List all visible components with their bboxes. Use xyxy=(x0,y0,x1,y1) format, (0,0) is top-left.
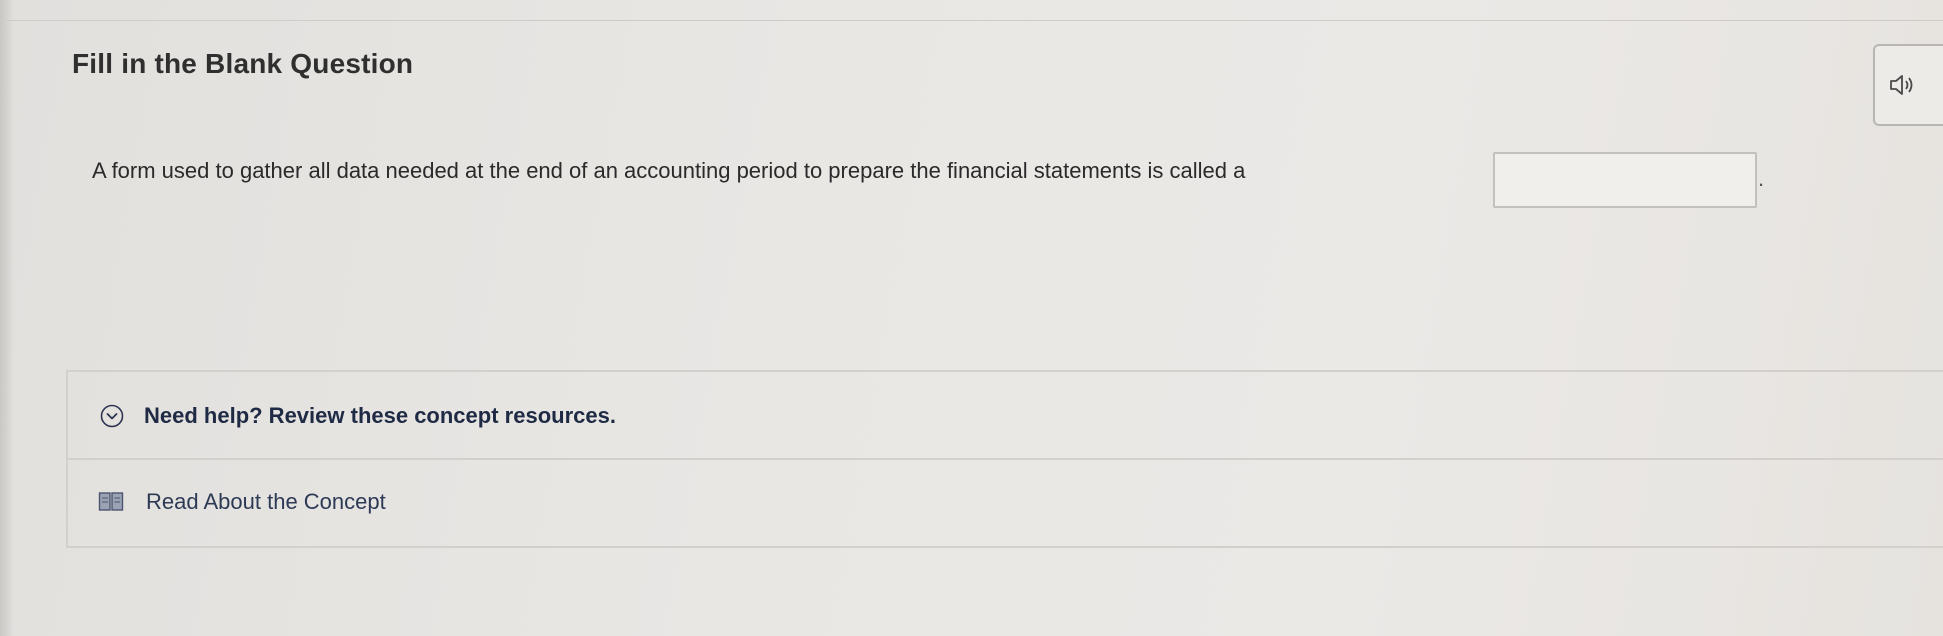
question-prompt: A form used to gather all data needed at… xyxy=(92,158,1246,183)
read-about-concept-link[interactable]: Read About the Concept xyxy=(68,460,1943,546)
concept-resources-panel: Need help? Review these concept resource… xyxy=(66,370,1943,548)
header-divider xyxy=(0,20,1943,21)
sentence-period: . xyxy=(1758,166,1765,191)
book-icon xyxy=(98,492,124,511)
read-about-concept-label: Read About the Concept xyxy=(146,489,386,514)
read-aloud-button[interactable] xyxy=(1873,44,1943,126)
blank-answer-input[interactable] xyxy=(1493,152,1757,208)
need-help-label: Need help? Review these concept resource… xyxy=(144,403,616,428)
question-title: Fill in the Blank Question xyxy=(72,48,414,79)
chevron-down-circle-icon xyxy=(100,404,124,428)
speaker-icon xyxy=(1890,75,1913,95)
need-help-toggle[interactable]: Need help? Review these concept resource… xyxy=(68,372,1943,460)
edge-shadow xyxy=(0,0,14,636)
